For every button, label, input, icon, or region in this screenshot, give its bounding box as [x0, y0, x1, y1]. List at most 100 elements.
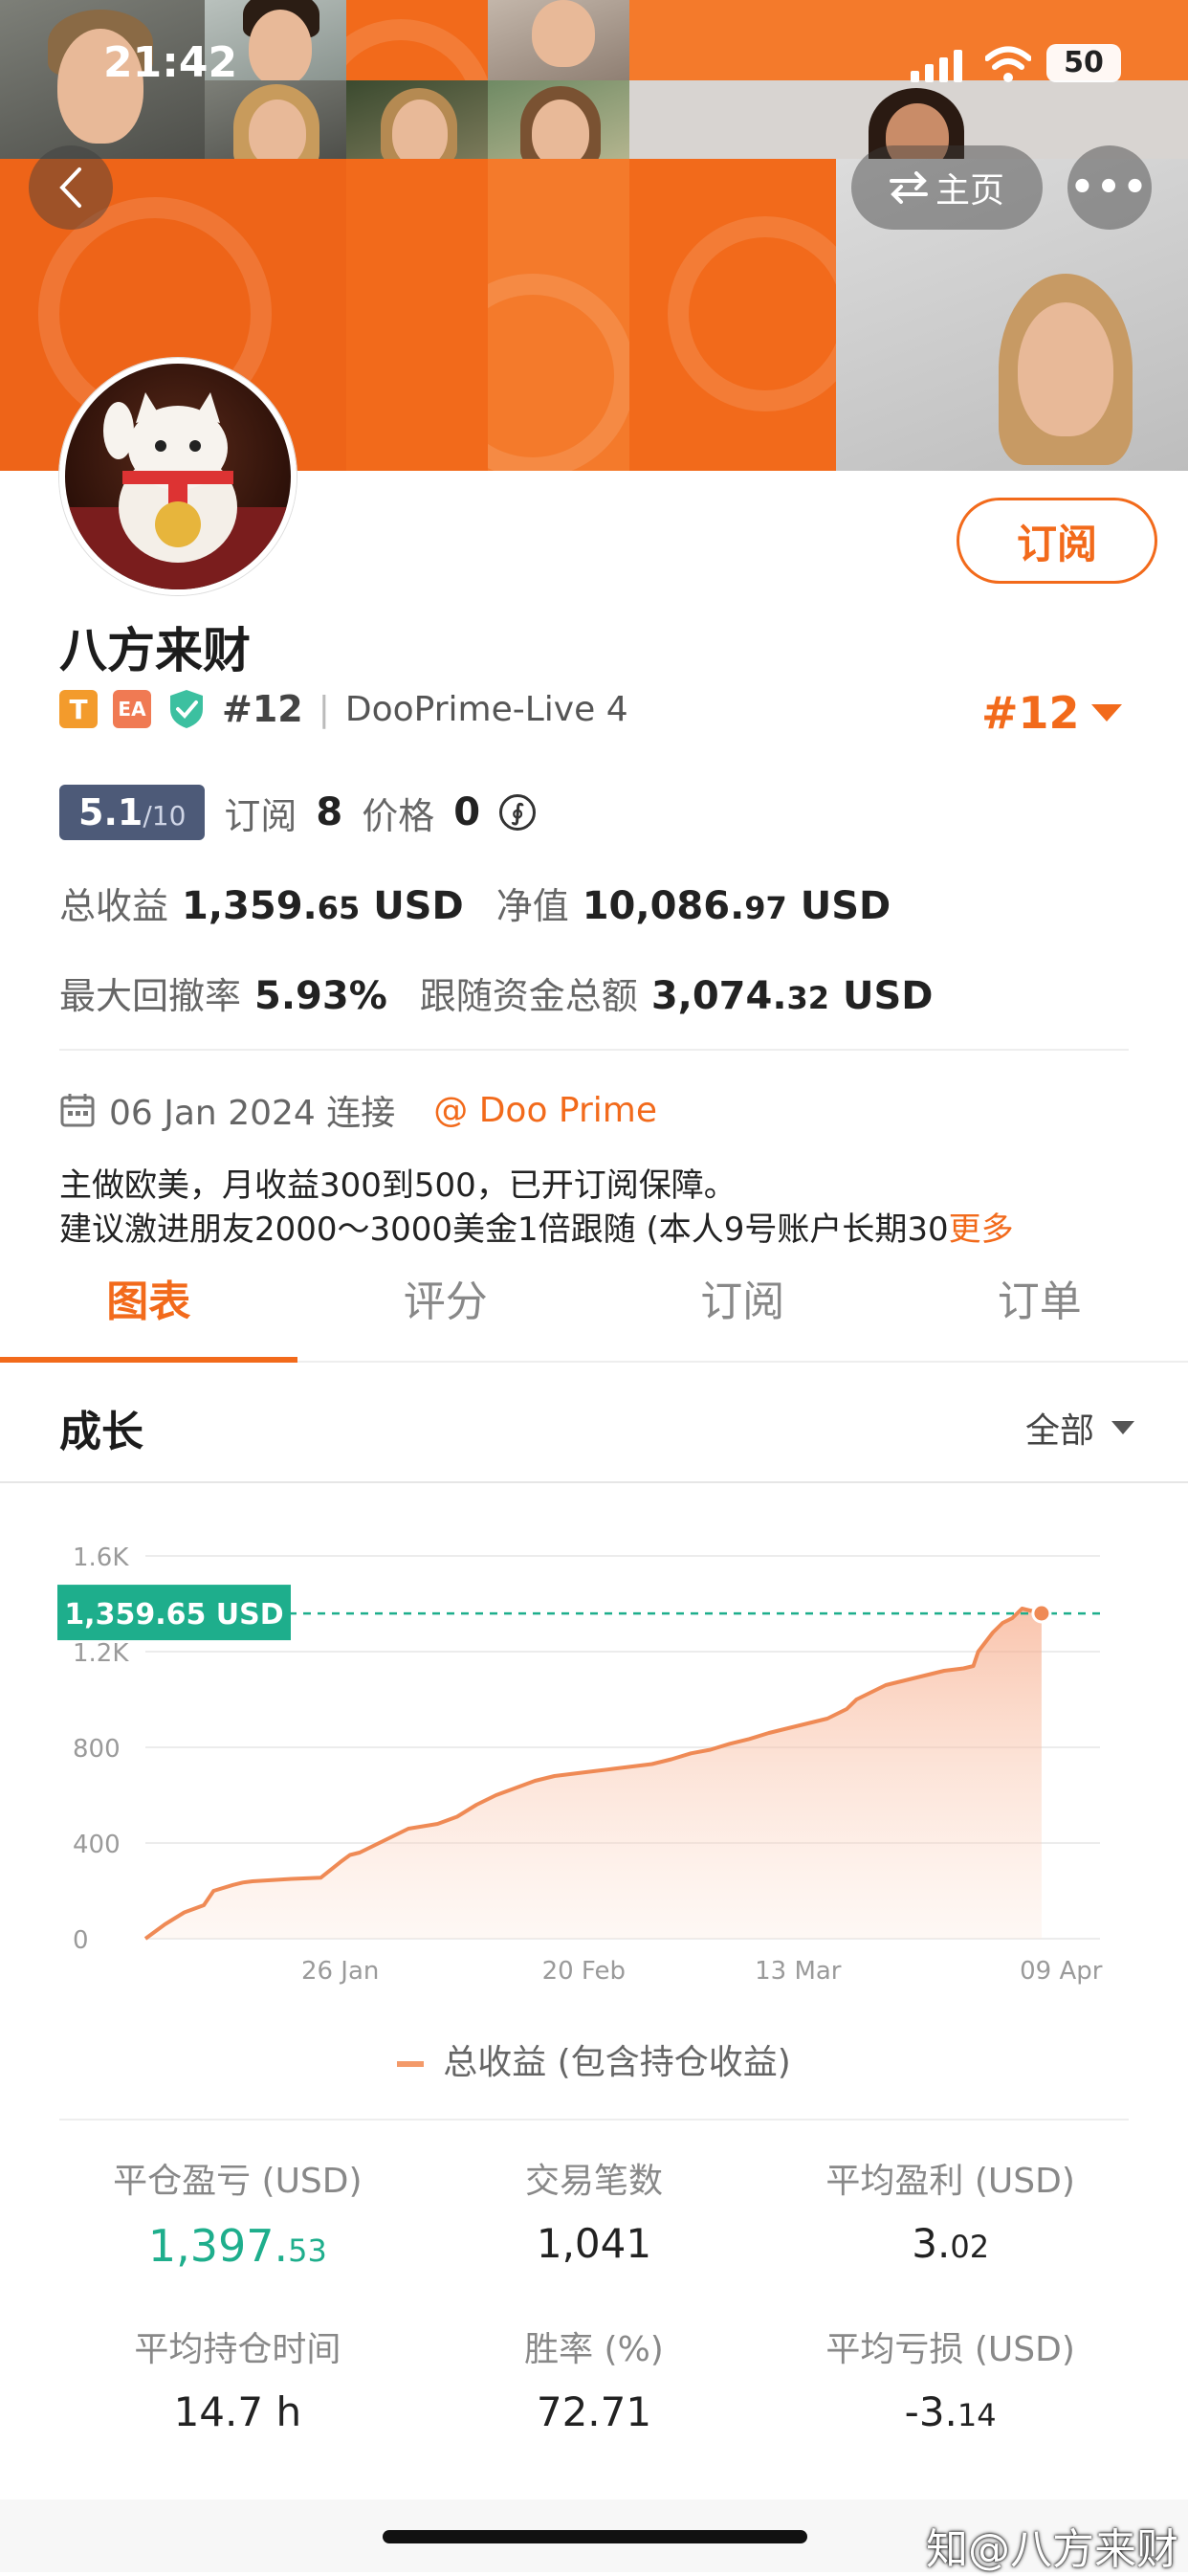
stat-label: 交易笔数 — [416, 2153, 773, 2203]
stat-win-rate: 胜率 (%) 72.71 — [416, 2321, 773, 2435]
trader-tags: T EA #12 | DooPrime-Live 4 — [59, 685, 628, 733]
profit-row: 总收益 1,359.65 USD 净值 10,086.97 USD — [59, 877, 891, 934]
manual-trade-badge: T — [59, 690, 98, 728]
wifi-icon — [985, 46, 1031, 84]
score-row: 5.1 /10 订阅 8 价格 0 ∮ — [59, 783, 536, 842]
description-line: 主做欧美，月收益300到500，已开订阅保障。 — [59, 1164, 1131, 1208]
range-filter[interactable]: 全部 — [1025, 1403, 1134, 1453]
stat-avg-loss: 平均亏损 (USD) -3.14 — [772, 2321, 1129, 2435]
subscribe-count-label: 订阅 — [224, 787, 297, 839]
series-area — [145, 1609, 1042, 1939]
status-time: 21:42 — [103, 38, 237, 87]
subscribe-count: 8 — [316, 790, 342, 834]
price-value: 0 — [453, 790, 480, 834]
more-link[interactable]: 更多 — [949, 1210, 1014, 1249]
tab-subscribe[interactable]: 订阅 — [594, 1263, 891, 1361]
home-button[interactable]: 主页 — [851, 145, 1043, 230]
growth-header: 成长 全部 — [0, 1363, 1188, 1483]
chart-legend: 总收益 (包含持仓收益) — [0, 2034, 1188, 2084]
follow-funds-value: 3,074.32 USD — [651, 974, 934, 1018]
subscribe-button[interactable]: 订阅 — [957, 498, 1157, 584]
ea-badge: EA — [113, 690, 151, 728]
lucky-cat-image — [65, 364, 291, 589]
tab-rating[interactable]: 评分 — [297, 1263, 595, 1361]
more-button[interactable]: ••• — [1067, 145, 1152, 230]
price-label: 价格 — [362, 787, 434, 839]
stat-label: 胜率 (%) — [416, 2321, 773, 2371]
rank-value: #12 — [981, 687, 1080, 739]
coin-icon: ∮ — [499, 794, 536, 831]
caret-down-icon — [1111, 1421, 1134, 1434]
calendar-icon — [59, 1092, 96, 1128]
account-name: DooPrime-Live 4 — [345, 690, 628, 729]
avatar[interactable] — [59, 358, 297, 595]
status-bar: 21:42 50 — [0, 38, 1188, 96]
drawdown-value: 5.93% — [254, 974, 387, 1018]
section-title: 成长 — [59, 1397, 143, 1458]
tab-orders[interactable]: 订单 — [891, 1263, 1188, 1361]
drawdown-row: 最大回撤率 5.93% 跟随资金总额 3,074.32 USD — [59, 966, 934, 1024]
legend-swatch — [397, 2061, 424, 2067]
stat-label: 平均持仓时间 — [59, 2321, 416, 2371]
connect-date: 06 Jan 2024 连接 — [109, 1085, 395, 1135]
signal-icon — [911, 50, 964, 82]
caret-down-icon — [1091, 704, 1122, 722]
stat-label: 平均亏损 (USD) — [772, 2321, 1129, 2371]
stat-value: 1,041 — [416, 2220, 773, 2267]
stat-avg-hold-time: 平均持仓时间 14.7 h — [59, 2321, 416, 2435]
stat-trade-count: 交易笔数 1,041 — [416, 2153, 773, 2272]
stat-value: -3.14 — [772, 2388, 1129, 2435]
drawdown-label: 最大回撤率 — [59, 966, 241, 1019]
switch-icon — [890, 171, 928, 204]
range-filter-label: 全部 — [1025, 1403, 1094, 1453]
total-profit-label: 总收益 — [59, 877, 168, 929]
stats-grid: 平仓盈亏 (USD) 1,397.53 交易笔数 1,041 平均盈利 (USD… — [59, 2153, 1129, 2435]
stat-label: 平均盈利 (USD) — [772, 2153, 1129, 2203]
tab-bar: 图表 评分 订阅 订单 — [0, 1263, 1188, 1363]
divider — [59, 2119, 1129, 2121]
chevron-left-icon — [56, 166, 85, 210]
stat-label: 平仓盈亏 (USD) — [59, 2153, 416, 2203]
description-line-2: 建议激进朋友2000～3000美金1倍跟随 (本人9号账户长期30更多 — [59, 1208, 1131, 1252]
divider — [59, 1049, 1129, 1051]
back-button[interactable] — [29, 145, 113, 230]
y-tick-label: 1.2K — [73, 1639, 129, 1668]
y-tick-label: 800 — [73, 1735, 121, 1764]
x-tick-label: 20 Feb — [542, 1957, 626, 1986]
equity-label: 净值 — [496, 877, 569, 929]
growth-chart[interactable]: 04008001.2K1.6K26 Jan20 Feb13 Mar09 Apr1… — [0, 1493, 1188, 2086]
current-point — [1033, 1605, 1050, 1622]
growth-chart-svg: 04008001.2K1.6K26 Jan20 Feb13 Mar09 Apr1… — [0, 1493, 1188, 1990]
connection-row: 06 Jan 2024 连接 @ Doo Prime — [59, 1085, 657, 1135]
stat-value: 1,397.53 — [59, 2220, 416, 2272]
total-profit-value: 1,359.65 USD — [182, 884, 464, 928]
equity-value: 10,086.97 USD — [583, 884, 891, 928]
trader-name: 八方来财 — [59, 612, 251, 681]
score-max: /10 — [143, 788, 186, 844]
legend-label: 总收益 (包含持仓收益) — [443, 2043, 791, 2082]
x-tick-label: 09 Apr — [1020, 1957, 1103, 1986]
score-badge: 5.1 /10 — [59, 785, 205, 840]
stat-value: 14.7 h — [59, 2388, 416, 2435]
banner-tile — [629, 159, 836, 471]
verified-shield-icon — [166, 688, 207, 730]
current-value-label: 1,359.65 USD — [64, 1598, 283, 1632]
score-value: 5.1 — [78, 785, 143, 840]
tab-chart[interactable]: 图表 — [0, 1263, 297, 1361]
trader-description: 主做欧美，月收益300到500，已开订阅保障。 建议激进朋友2000～3000美… — [59, 1164, 1131, 1252]
watermark: 知@八方来财 — [926, 2515, 1178, 2576]
x-tick-label: 26 Jan — [301, 1957, 379, 1986]
rank-dropdown[interactable]: #12 — [981, 687, 1122, 739]
stat-avg-profit: 平均盈利 (USD) 3.02 — [772, 2153, 1129, 2272]
y-tick-label: 0 — [73, 1926, 89, 1955]
battery-indicator: 50 — [1046, 44, 1121, 82]
stat-value: 72.71 — [416, 2388, 773, 2435]
stat-closed-pnl: 平仓盈亏 (USD) 1,397.53 — [59, 2153, 416, 2272]
tag-separator: | — [319, 690, 330, 729]
banner-tile — [346, 159, 488, 471]
banner-tile — [488, 159, 629, 471]
follow-funds-label: 跟随资金总额 — [420, 966, 638, 1019]
broker-link[interactable]: @ Doo Prime — [433, 1091, 657, 1130]
home-indicator[interactable] — [383, 2530, 807, 2543]
stat-value: 3.02 — [772, 2220, 1129, 2267]
